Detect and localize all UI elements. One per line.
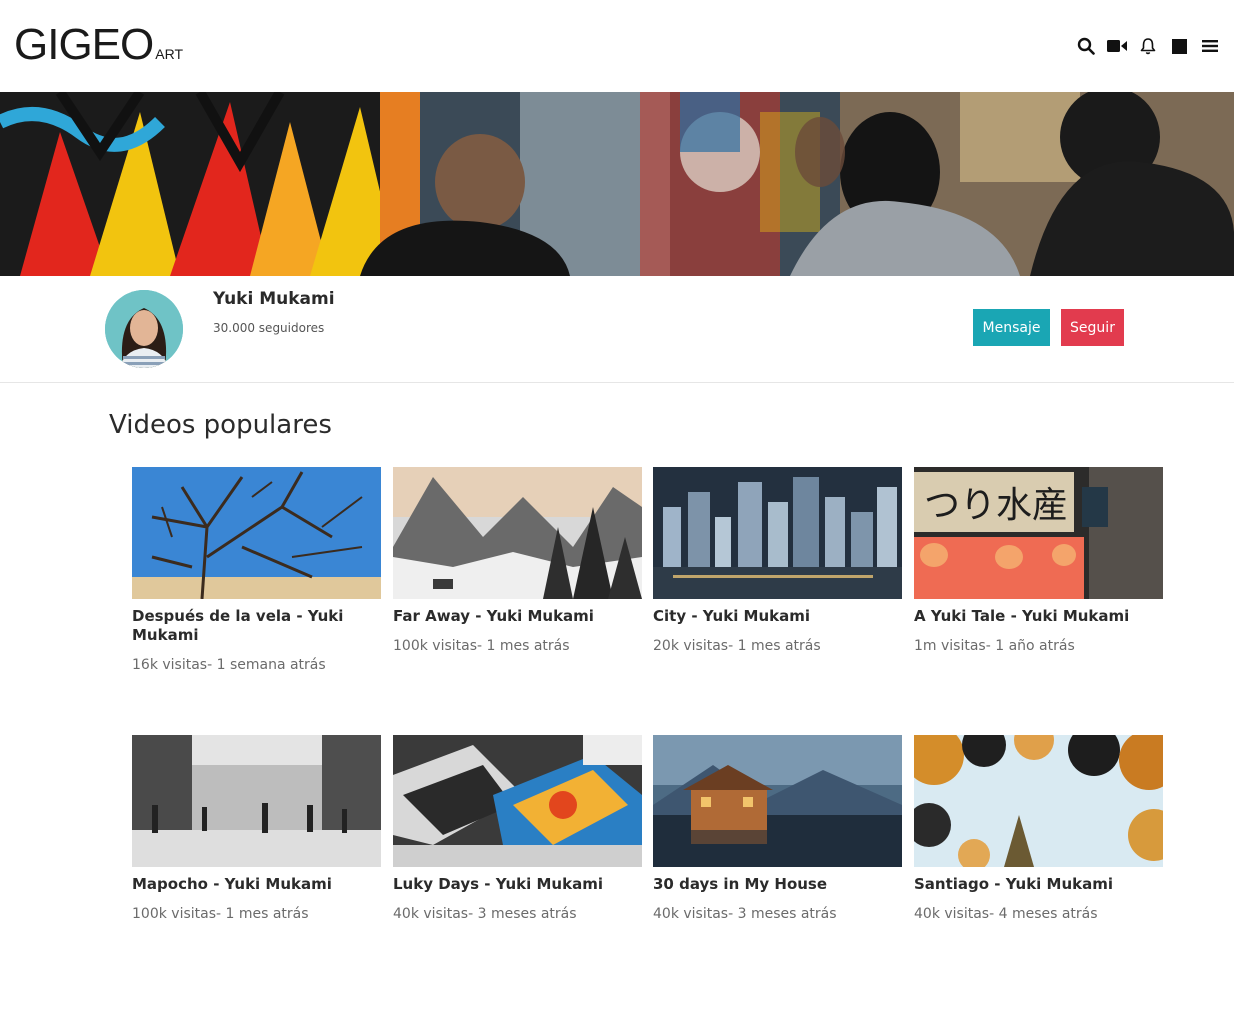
video-card[interactable]: つり水産 A Yuki Tale - Yuki Mukami 1m visita…	[914, 467, 1163, 654]
video-title[interactable]: Luky Days - Yuki Mukami	[393, 875, 642, 894]
video-thumbnail[interactable]	[393, 467, 642, 599]
video-card[interactable]: Mapocho - Yuki Mukami 100k visitas- 1 me…	[132, 735, 381, 922]
header-icons	[1076, 36, 1220, 56]
section-title: Videos populares	[109, 410, 332, 440]
video-thumbnail[interactable]	[653, 735, 902, 867]
avatar[interactable]	[105, 290, 183, 368]
search-icon[interactable]	[1076, 36, 1096, 56]
video-thumbnail[interactable]: つり水産	[914, 467, 1163, 599]
logo-text: GIGEO	[14, 20, 154, 69]
follower-count: 30.000 seguidores	[213, 321, 325, 335]
video-title[interactable]: A Yuki Tale - Yuki Mukami	[914, 607, 1163, 626]
logo-subtext: ART	[155, 46, 183, 62]
video-title[interactable]: 30 days in My House	[653, 875, 902, 894]
video-thumbnail[interactable]	[132, 735, 381, 867]
video-title[interactable]: Después de la vela - Yuki Mukami	[132, 607, 381, 645]
video-card[interactable]: Después de la vela - Yuki Mukami 16k vis…	[132, 467, 381, 673]
video-meta: 20k visitas- 1 mes atrás	[653, 638, 821, 654]
video-title[interactable]: City - Yuki Mukami	[653, 607, 902, 626]
follow-button[interactable]: Seguir	[1061, 309, 1124, 346]
bell-icon[interactable]	[1138, 36, 1158, 56]
video-meta: 100k visitas- 1 mes atrás	[132, 906, 309, 922]
channel-name: Yuki Mukami	[213, 289, 335, 309]
video-card[interactable]: Far Away - Yuki Mukami 100k visitas- 1 m…	[393, 467, 642, 654]
video-card[interactable]: Santiago - Yuki Mukami 40k visitas- 4 me…	[914, 735, 1163, 922]
video-card[interactable]: 30 days in My House 40k visitas- 3 meses…	[653, 735, 902, 922]
video-meta: 16k visitas- 1 semana atrás	[132, 657, 326, 673]
video-card[interactable]: City - Yuki Mukami 20k visitas- 1 mes at…	[653, 467, 902, 654]
video-title[interactable]: Mapocho - Yuki Mukami	[132, 875, 381, 894]
video-meta: 1m visitas- 1 año atrás	[914, 638, 1075, 654]
top-navbar: GIGEO ART	[0, 0, 1234, 92]
video-meta: 100k visitas- 1 mes atrás	[393, 638, 570, 654]
video-meta: 40k visitas- 3 meses atrás	[653, 906, 837, 922]
video-thumbnail[interactable]	[393, 735, 642, 867]
channel-profile: Yuki Mukami 30.000 seguidores Mensaje Se…	[0, 276, 1234, 383]
video-title[interactable]: Far Away - Yuki Mukami	[393, 607, 642, 626]
video-title[interactable]: Santiago - Yuki Mukami	[914, 875, 1163, 894]
message-button[interactable]: Mensaje	[973, 309, 1050, 346]
video-thumbnail[interactable]	[653, 467, 902, 599]
square-icon[interactable]	[1169, 36, 1189, 56]
cover-banner-image	[0, 92, 1234, 276]
video-camera-icon[interactable]	[1107, 36, 1127, 56]
video-thumbnail[interactable]	[132, 467, 381, 599]
video-meta: 40k visitas- 4 meses atrás	[914, 906, 1098, 922]
menu-icon[interactable]	[1200, 36, 1220, 56]
logo[interactable]: GIGEO ART	[14, 23, 183, 67]
video-thumbnail[interactable]	[914, 735, 1163, 867]
svg-text:つり水産: つり水産	[924, 485, 1068, 526]
video-meta: 40k visitas- 3 meses atrás	[393, 906, 577, 922]
video-card[interactable]: Luky Days - Yuki Mukami 40k visitas- 3 m…	[393, 735, 642, 922]
